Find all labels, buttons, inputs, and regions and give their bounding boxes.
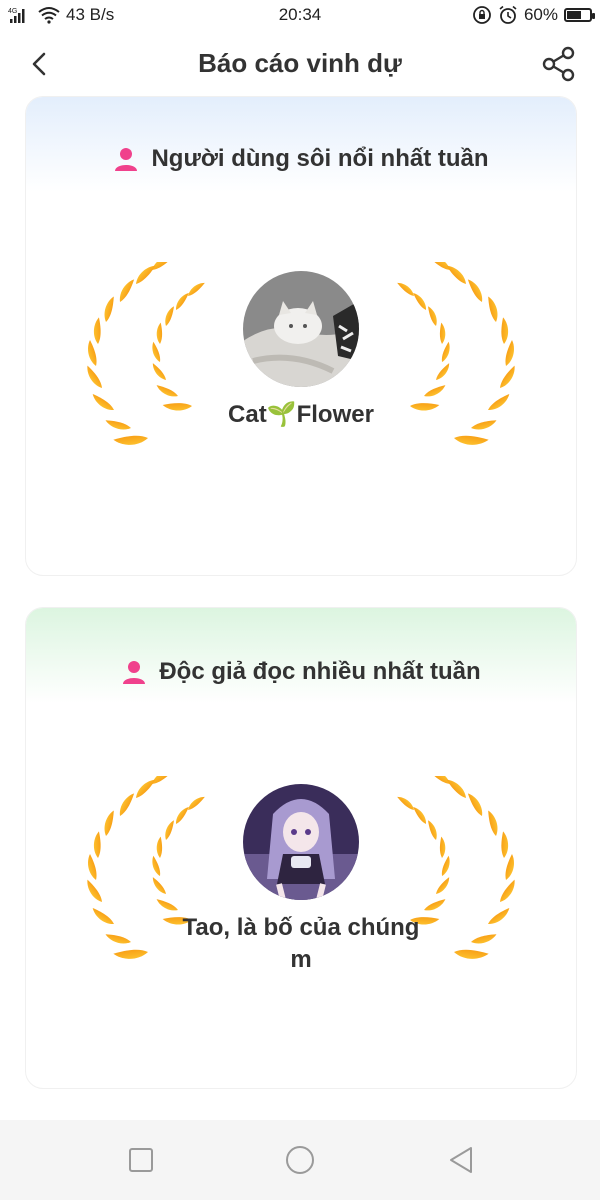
home-icon[interactable]	[282, 1142, 318, 1178]
share-icon[interactable]	[540, 44, 580, 84]
status-right: 60%	[472, 5, 595, 25]
user-avatar[interactable]	[243, 271, 359, 387]
page-title: Báo cáo vinh dự	[198, 48, 402, 78]
user-avatar[interactable]	[243, 784, 359, 900]
app-header: Báo cáo vinh dự	[0, 32, 600, 98]
battery-level	[567, 11, 582, 19]
rotation-lock-icon	[473, 6, 491, 24]
cat-avatar-image	[243, 271, 359, 387]
battery-icon	[564, 8, 595, 22]
alarm-icon	[499, 5, 517, 24]
back-nav-icon[interactable]	[443, 1142, 479, 1178]
battery-percent: 60%	[523, 5, 558, 24]
card-heading: Độc giả đọc nhiều nhất tuần	[26, 658, 576, 686]
user-icon	[123, 661, 146, 684]
user-name: Tao, là bố của chúng m	[182, 914, 420, 973]
status-bar: 4G 43 B/s 20:34 60%	[0, 0, 600, 32]
card-heading-text: Độc giả đọc nhiều nhất tuần	[159, 658, 481, 685]
card-heading: Người dùng sôi nổi nhất tuần	[26, 145, 576, 173]
user-icon	[115, 148, 138, 171]
user-name: Cat🌱Flower	[228, 401, 374, 428]
card-heading-text: Người dùng sôi nổi nhất tuần	[151, 145, 489, 172]
anime-avatar-image	[243, 784, 359, 900]
honor-card-top-reader: Độc giả đọc nhiều nhất tuần Tao, là bố c…	[25, 607, 577, 1089]
honor-card-active-user: Người dùng sôi nổi nhất tuần Cat🌱Flower	[25, 96, 577, 576]
card-header-background	[26, 608, 576, 703]
recent-apps-icon[interactable]	[123, 1142, 159, 1178]
system-nav-bar	[0, 1120, 600, 1200]
